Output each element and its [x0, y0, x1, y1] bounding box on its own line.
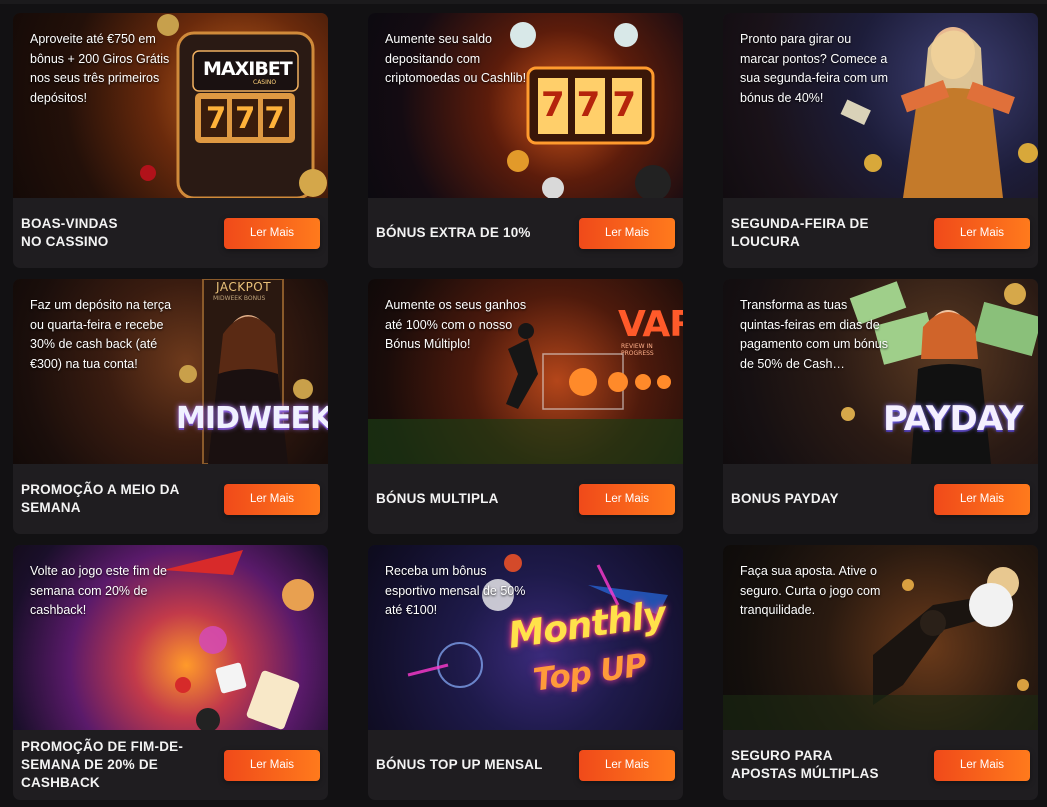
- read-more-button[interactable]: Ler Mais: [579, 217, 675, 249]
- payday-title-art: PAYDAY: [883, 399, 1023, 439]
- promo-description: Receba um bônus esportivo mensal de 50% …: [385, 564, 526, 617]
- promo-footer: BÓNUS MULTIPLA Ler Mais: [368, 464, 683, 534]
- promo-card-weekend-cashback[interactable]: Volte ao jogo este fim de semana com 20%…: [13, 545, 328, 800]
- promo-description: Transforma as tuas quintas-feiras em dia…: [740, 298, 889, 371]
- promo-footer: BONUS PAYDAY Ler Mais: [723, 464, 1038, 534]
- page-top-edge: [0, 0, 1047, 4]
- promo-description: Aumente seu saldo depositando com cripto…: [385, 32, 527, 85]
- promo-title: BÓNUS TOP UP MENSAL: [376, 756, 543, 774]
- read-more-button[interactable]: Ler Mais: [934, 217, 1030, 249]
- read-more-button[interactable]: Ler Mais: [224, 749, 320, 781]
- promo-title-line: BOAS-VINDAS: [21, 216, 118, 231]
- promo-card-monthly-top-up[interactable]: Monthly Top UP Receba um bônus esportivo…: [368, 545, 683, 800]
- promo-footer: BÓNUS EXTRA DE 10% Ler Mais: [368, 198, 683, 268]
- promo-footer: SEGUNDA-FEIRA DE LOUCURA Ler Mais: [723, 198, 1038, 268]
- promo-title-line: BÓNUS MULTIPLA: [376, 491, 499, 506]
- promo-title-line: SEMANA DE 20% DE: [21, 757, 158, 772]
- read-more-button[interactable]: Ler Mais: [224, 483, 320, 515]
- promo-title-line: BONUS PAYDAY: [731, 491, 839, 506]
- promo-title-line: NO CASSINO: [21, 234, 109, 249]
- promo-title-line: PROMOÇÃO A MEIO DA: [21, 482, 180, 497]
- promo-image-monthly-top-up: Monthly Top UP Receba um bônus esportivo…: [368, 545, 683, 730]
- promo-card-multi-bet-insurance[interactable]: Faça sua aposta. Ative o seguro. Curta o…: [723, 545, 1038, 800]
- promo-card-multiple-bonus[interactable]: VAR REVIEW IN PROGRESS Aumente os seus g…: [368, 279, 683, 534]
- promo-title: BONUS PAYDAY: [731, 490, 839, 508]
- promo-image-woman-cash: Pronto para girar ou marcar pontos? Come…: [723, 13, 1038, 198]
- promo-title: PROMOÇÃO A MEIO DA SEMANA: [21, 481, 180, 517]
- promo-image-football-var: VAR REVIEW IN PROGRESS Aumente os seus g…: [368, 279, 683, 464]
- promo-title-line: LOUCURA: [731, 234, 800, 249]
- promo-title: BÓNUS EXTRA DE 10%: [376, 224, 531, 242]
- promo-footer: BÓNUS TOP UP MENSAL Ler Mais: [368, 730, 683, 800]
- midweek-title-art: MIDWEEK: [176, 401, 328, 436]
- promo-image-goalkeeper: Faça sua aposta. Ative o seguro. Curta o…: [723, 545, 1038, 730]
- slot-reels-text: 777: [206, 101, 294, 135]
- promo-title-line: BÓNUS EXTRA DE 10%: [376, 225, 531, 240]
- maxibet-logo: MAXIBET: [203, 58, 293, 80]
- promo-image-slot-machine: MAXIBET CASINO 777 Aproveite até €750 em…: [13, 13, 328, 198]
- promo-title: SEGUNDA-FEIRA DE LOUCURA: [731, 215, 869, 251]
- promo-card-welcome-casino[interactable]: MAXIBET CASINO 777 Aproveite até €750 em…: [13, 13, 328, 268]
- promo-card-midweek[interactable]: JACKPOT MIDWEEK BONUS MIDWEEK Faz um dep…: [13, 279, 328, 534]
- promo-description: Aproveite até €750 em bônus + 200 Giros …: [30, 32, 170, 105]
- promotions-grid: MAXIBET CASINO 777 Aproveite até €750 em…: [13, 13, 1038, 800]
- promo-card-payday[interactable]: PAYDAY Transforma as tuas quintas-feiras…: [723, 279, 1038, 534]
- read-more-button[interactable]: Ler Mais: [579, 749, 675, 781]
- jackpot-sign-sub: MIDWEEK BONUS: [213, 295, 266, 302]
- read-more-button[interactable]: Ler Mais: [934, 483, 1030, 515]
- promo-footer: PROMOÇÃO A MEIO DA SEMANA Ler Mais: [13, 464, 328, 534]
- promo-title: SEGURO PARA APOSTAS MÚLTIPLAS: [731, 747, 879, 783]
- read-more-button[interactable]: Ler Mais: [224, 217, 320, 249]
- promo-title-line: CASHBACK: [21, 775, 100, 790]
- promo-title-line: PROMOÇÃO DE FIM-DE-: [21, 739, 184, 754]
- read-more-button[interactable]: Ler Mais: [579, 483, 675, 515]
- var-sign: VAR: [618, 304, 683, 345]
- promo-image-payday: PAYDAY Transforma as tuas quintas-feiras…: [723, 279, 1038, 464]
- promo-image-crypto-slot: 777 Aumente seu saldo depositando com cr…: [368, 13, 683, 198]
- promo-title-line: APOSTAS MÚLTIPLAS: [731, 766, 879, 781]
- slot-reels-text: 777: [541, 85, 648, 125]
- promo-card-monday-madness[interactable]: Pronto para girar ou marcar pontos? Come…: [723, 13, 1038, 268]
- promo-footer: PROMOÇÃO DE FIM-DE- SEMANA DE 20% DE CAS…: [13, 730, 328, 800]
- promo-description: Faça sua aposta. Ative o seguro. Curta o…: [740, 564, 881, 617]
- promo-description: Volte ao jogo este fim de semana com 20%…: [30, 564, 167, 617]
- promo-title: PROMOÇÃO DE FIM-DE- SEMANA DE 20% DE CAS…: [21, 738, 183, 792]
- promo-title-line: SEMANA: [21, 500, 81, 515]
- promo-title: BOAS-VINDAS NO CASSINO: [21, 215, 118, 251]
- promo-footer: BOAS-VINDAS NO CASSINO Ler Mais: [13, 198, 328, 268]
- promo-title-line: SEGUNDA-FEIRA DE: [731, 216, 869, 231]
- promo-description: Aumente os seus ganhos até 100% com o no…: [385, 298, 527, 351]
- jackpot-sign: JACKPOT: [216, 280, 272, 294]
- promo-title-line: BÓNUS TOP UP MENSAL: [376, 757, 543, 772]
- promo-description: Faz um depósito na terça ou quarta-feira…: [30, 298, 172, 371]
- promo-image-weekend-games: Volte ao jogo este fim de semana com 20%…: [13, 545, 328, 730]
- promo-image-midweek: JACKPOT MIDWEEK BONUS MIDWEEK Faz um dep…: [13, 279, 328, 464]
- promo-title-line: SEGURO PARA: [731, 748, 833, 763]
- promo-footer: SEGURO PARA APOSTAS MÚLTIPLAS Ler Mais: [723, 730, 1038, 800]
- promo-card-extra-bonus[interactable]: 777 Aumente seu saldo depositando com cr…: [368, 13, 683, 268]
- promo-title: BÓNUS MULTIPLA: [376, 490, 499, 508]
- maxibet-logo-sub: CASINO: [253, 79, 277, 86]
- promo-description: Pronto para girar ou marcar pontos? Come…: [740, 32, 888, 105]
- var-sign-sub: REVIEW IN PROGRESS: [621, 343, 654, 357]
- read-more-button[interactable]: Ler Mais: [934, 749, 1030, 781]
